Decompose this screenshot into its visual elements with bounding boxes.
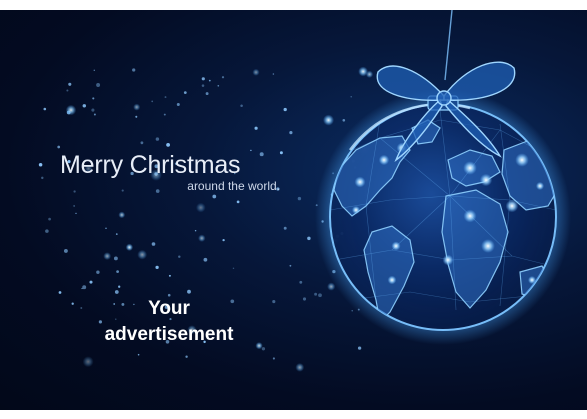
city-light (351, 205, 361, 215)
greeting-subtitle: around the world. (187, 179, 280, 193)
city-light (463, 161, 477, 175)
advertisement-line-1: Your (148, 298, 190, 319)
city-light (354, 176, 366, 188)
city-light (481, 239, 495, 253)
night-sky-background: Merry Christmas around the world. Your a… (0, 10, 587, 410)
city-light (387, 275, 397, 285)
advertisement-line-2: advertisement (104, 324, 234, 345)
city-light (442, 254, 454, 266)
city-light (535, 181, 545, 191)
city-light (527, 275, 537, 285)
christmas-card: Merry Christmas around the world. Your a… (0, 0, 587, 419)
city-light (515, 153, 529, 167)
greeting-title: Merry Christmas (60, 151, 241, 179)
advertisement-placeholder: Your advertisement (64, 296, 274, 348)
globe-ornament-icon (315, 10, 571, 345)
city-light (479, 173, 493, 187)
city-light (505, 199, 519, 213)
city-light (463, 209, 477, 223)
city-light (378, 154, 390, 166)
city-light (391, 241, 401, 251)
